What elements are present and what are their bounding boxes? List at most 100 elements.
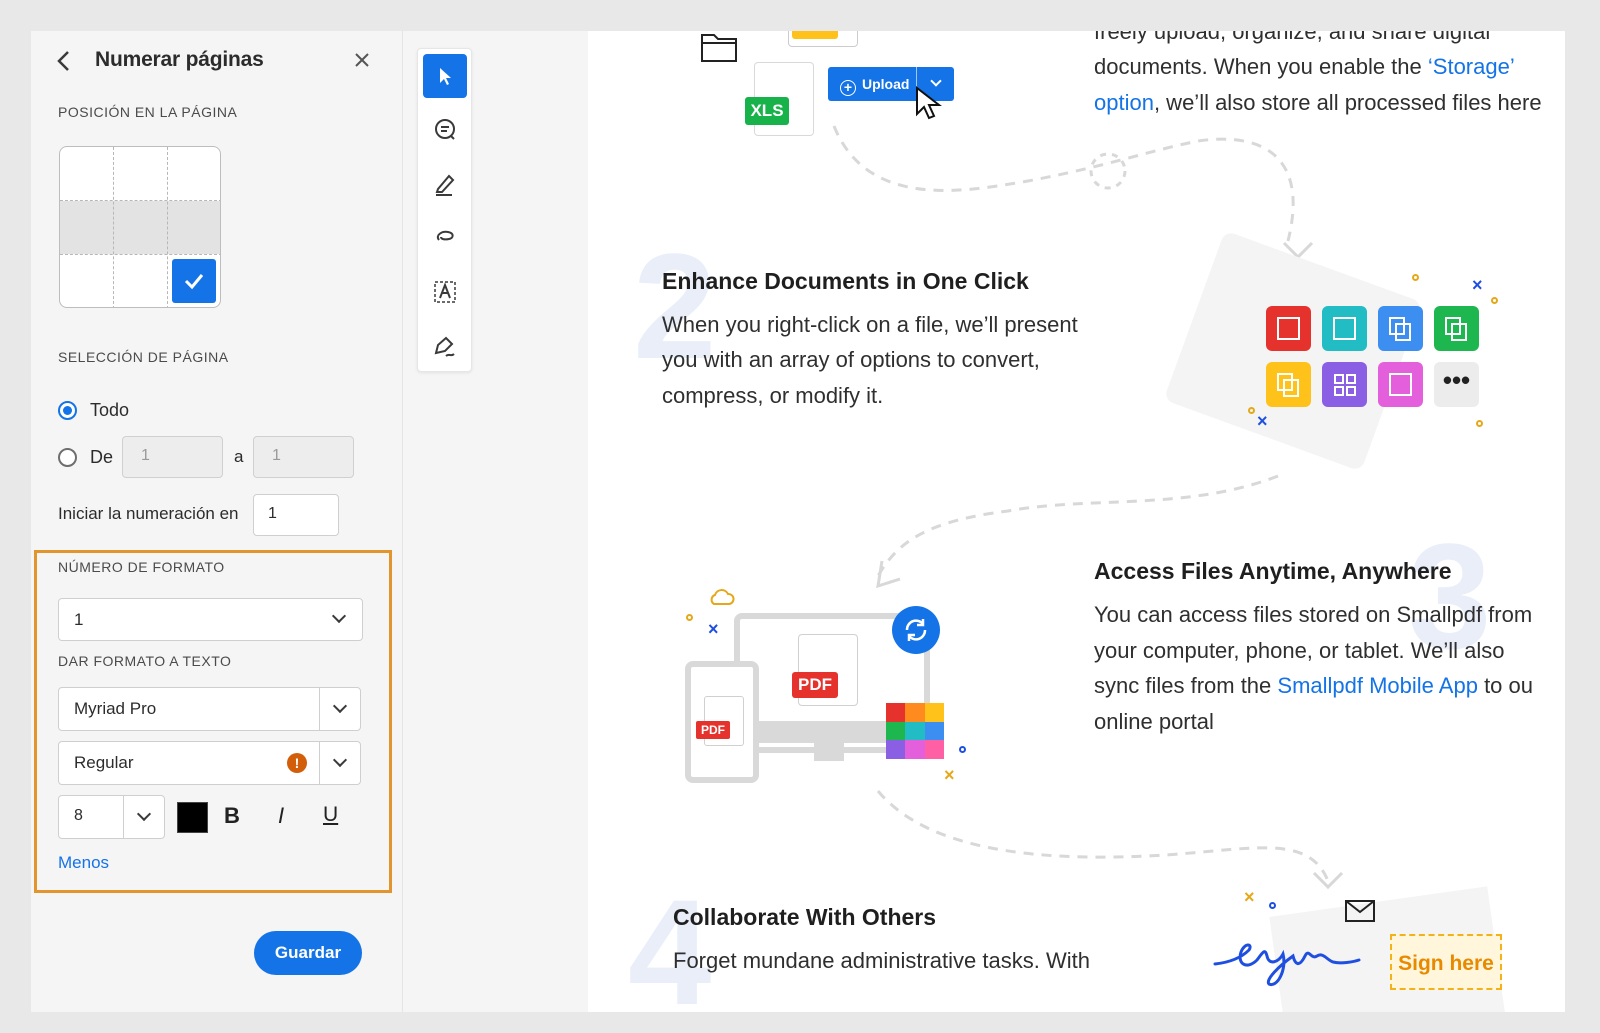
text-color-swatch[interactable]: [177, 802, 208, 833]
select-icon: [440, 68, 451, 85]
handwritten-signature-icon: [1213, 943, 1361, 986]
decor-dot: [1491, 297, 1498, 304]
font-style-select[interactable]: Regular !: [58, 741, 361, 785]
radio-all[interactable]: [58, 401, 77, 420]
text-format-label: DAR FORMATO A TEXTO: [58, 653, 232, 669]
highlight-tool[interactable]: [423, 162, 467, 206]
text-box-icon: [434, 281, 456, 303]
pdf-badge-phone: PDF: [696, 721, 730, 739]
font-size-value: 8: [74, 807, 83, 824]
section2-title: Enhance Documents in One Click: [662, 268, 1029, 294]
text-box-tool[interactable]: [423, 270, 467, 314]
chevron-down-icon[interactable]: [332, 698, 348, 714]
app-window: Numerar páginas POSICIÓN EN LA PÁGINA SE…: [31, 31, 1565, 1012]
section2-line2: you with an array of options to convert,: [662, 347, 1040, 372]
position-top-left[interactable]: [60, 147, 113, 200]
position-top-right[interactable]: [168, 147, 220, 200]
decor-dot: [686, 614, 693, 621]
number-pages-panel: Numerar páginas POSICIÓN EN LA PÁGINA SE…: [31, 31, 403, 1012]
from-page-input[interactable]: 1: [122, 436, 223, 478]
less-link[interactable]: Menos: [58, 853, 109, 873]
position-bottom-right-selected[interactable]: [172, 259, 216, 303]
radio-from-label: De: [90, 447, 114, 467]
section4-title: Collaborate With Others: [673, 904, 937, 930]
bold-button[interactable]: B: [224, 803, 240, 829]
mobile-app-link[interactable]: Smallpdf Mobile App: [1277, 673, 1478, 698]
mail-icon: [1345, 900, 1375, 922]
panel-title: Numerar páginas: [95, 48, 264, 71]
tool-glyphs-decoration: [1277, 317, 1467, 397]
radio-from[interactable]: [58, 448, 77, 467]
save-button[interactable]: Guardar: [254, 931, 362, 975]
section4-line1: Forget mundane administrative tasks. Wit…: [673, 948, 1090, 973]
close-button[interactable]: [353, 51, 371, 69]
to-page-input[interactable]: 1: [253, 436, 354, 478]
format-number-label: NÚMERO DE FORMATO: [58, 559, 225, 575]
document-page: XLS + Upload freely upload, organize, and…: [588, 31, 1565, 1012]
decor-x: ×: [1257, 411, 1268, 431]
format-number-select[interactable]: 1: [58, 598, 363, 641]
lasso-icon: [436, 230, 454, 241]
comment-tool[interactable]: [423, 108, 467, 152]
decor-dot: [1412, 274, 1419, 281]
decor-x: ×: [944, 765, 955, 785]
warning-icon: !: [287, 753, 307, 773]
decor-x: ×: [1472, 275, 1483, 295]
monitor-base: [814, 743, 844, 761]
radio-all-label: Todo: [90, 400, 130, 420]
section3-line2: your computer, phone, or tablet. We’ll a…: [1094, 638, 1505, 663]
font-family-select[interactable]: Myriad Pro: [58, 687, 361, 731]
decor-dot: [1269, 902, 1276, 909]
select-divider: [123, 796, 124, 838]
decor-dot: [959, 746, 966, 753]
start-numbering-label: Iniciar la numeración en: [58, 504, 239, 523]
select-tool[interactable]: [423, 54, 467, 98]
section3-title: Access Files Anytime, Anywhere: [1094, 558, 1452, 584]
signature-icon: [434, 336, 455, 357]
back-button[interactable]: [53, 49, 77, 73]
decor-x: ×: [708, 619, 719, 639]
section2-line1: When you right-click on a file, we’ll pr…: [662, 312, 1078, 337]
comment-icon: [435, 119, 455, 140]
sync-icon: [892, 606, 940, 654]
pdf-badge-monitor: PDF: [792, 672, 838, 698]
decor-dot: [1476, 420, 1483, 427]
decor-x: ×: [1244, 887, 1255, 907]
color-grid-illustration: [886, 703, 944, 759]
position-middle-row: [60, 201, 220, 254]
font-family-value: Myriad Pro: [74, 699, 157, 718]
position-top-center[interactable]: [114, 147, 167, 200]
position-grid: [59, 146, 221, 308]
section2-line3: compress, or modify it.: [662, 383, 884, 408]
font-style-value: Regular: [74, 753, 134, 772]
underline-button[interactable]: U: [323, 803, 338, 827]
start-numbering-input[interactable]: 1: [253, 494, 339, 536]
section3-line1: You can access files stored on Smallpdf …: [1094, 602, 1533, 627]
to-label: a: [234, 447, 244, 466]
sign-here-box: Sign here: [1390, 934, 1502, 990]
grid-divider: [60, 200, 220, 201]
page-selection-label: SELECCIÓN DE PÁGINA: [58, 349, 229, 365]
signature-tool[interactable]: [423, 324, 467, 368]
checkmark-icon: [184, 274, 204, 290]
format-number-value: 1: [74, 610, 84, 629]
font-size-select[interactable]: 8: [58, 795, 165, 839]
position-bottom-left[interactable]: [60, 255, 113, 307]
grid-divider: [167, 147, 168, 307]
section3-line3: sync files from the Smallpdf Mobile App …: [1094, 673, 1533, 698]
select-divider: [319, 742, 320, 784]
chevron-down-icon: [331, 608, 347, 624]
cloud-icon: [710, 589, 735, 605]
highlight-pen-icon: [435, 174, 455, 196]
lasso-tool[interactable]: [423, 216, 467, 260]
grid-divider: [113, 147, 114, 307]
decor-dot: [1248, 407, 1255, 414]
select-divider: [319, 688, 320, 730]
chevron-down-icon[interactable]: [332, 752, 348, 768]
chevron-down-icon[interactable]: [136, 806, 152, 822]
italic-button[interactable]: I: [278, 803, 284, 829]
position-bottom-center[interactable]: [114, 255, 167, 307]
grid-divider: [60, 254, 220, 255]
position-section-label: POSICIÓN EN LA PÁGINA: [58, 104, 238, 120]
section3-line4: online portal: [1094, 709, 1214, 734]
